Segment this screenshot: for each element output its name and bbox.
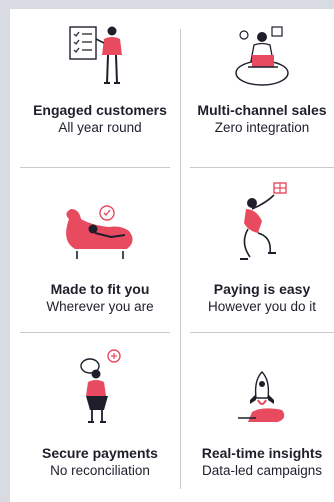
gift-jump-icon xyxy=(182,179,334,271)
feature-subtitle: No reconciliation xyxy=(50,463,150,478)
feature-title: Secure payments xyxy=(42,445,158,461)
presenter-board-icon xyxy=(20,21,180,93)
feature-title: Multi-channel sales xyxy=(197,102,327,118)
column-divider xyxy=(180,29,181,489)
row-divider xyxy=(20,332,170,333)
carry-bag-icon xyxy=(20,344,180,428)
feature-title: Engaged customers xyxy=(33,102,167,118)
feature-title: Made to fit you xyxy=(50,281,150,297)
feature-subtitle: Data-led campaigns xyxy=(201,463,323,478)
feature-subtitle: Zero integration xyxy=(214,120,310,135)
feature-title: Paying is easy xyxy=(213,281,311,297)
features-panel: Engaged customers All year round Multi-c… xyxy=(10,9,334,502)
sofa-relax-icon xyxy=(20,201,180,267)
laptop-person-icon xyxy=(182,21,334,93)
feature-title: Real-time insights xyxy=(201,445,323,461)
feature-subtitle: Wherever you are xyxy=(46,299,154,314)
rocket-launch-icon xyxy=(182,366,334,426)
row-divider xyxy=(20,167,170,168)
feature-subtitle: All year round xyxy=(58,120,142,135)
row-divider xyxy=(190,332,334,333)
row-divider xyxy=(190,167,334,168)
feature-subtitle: However you do it xyxy=(207,299,317,314)
